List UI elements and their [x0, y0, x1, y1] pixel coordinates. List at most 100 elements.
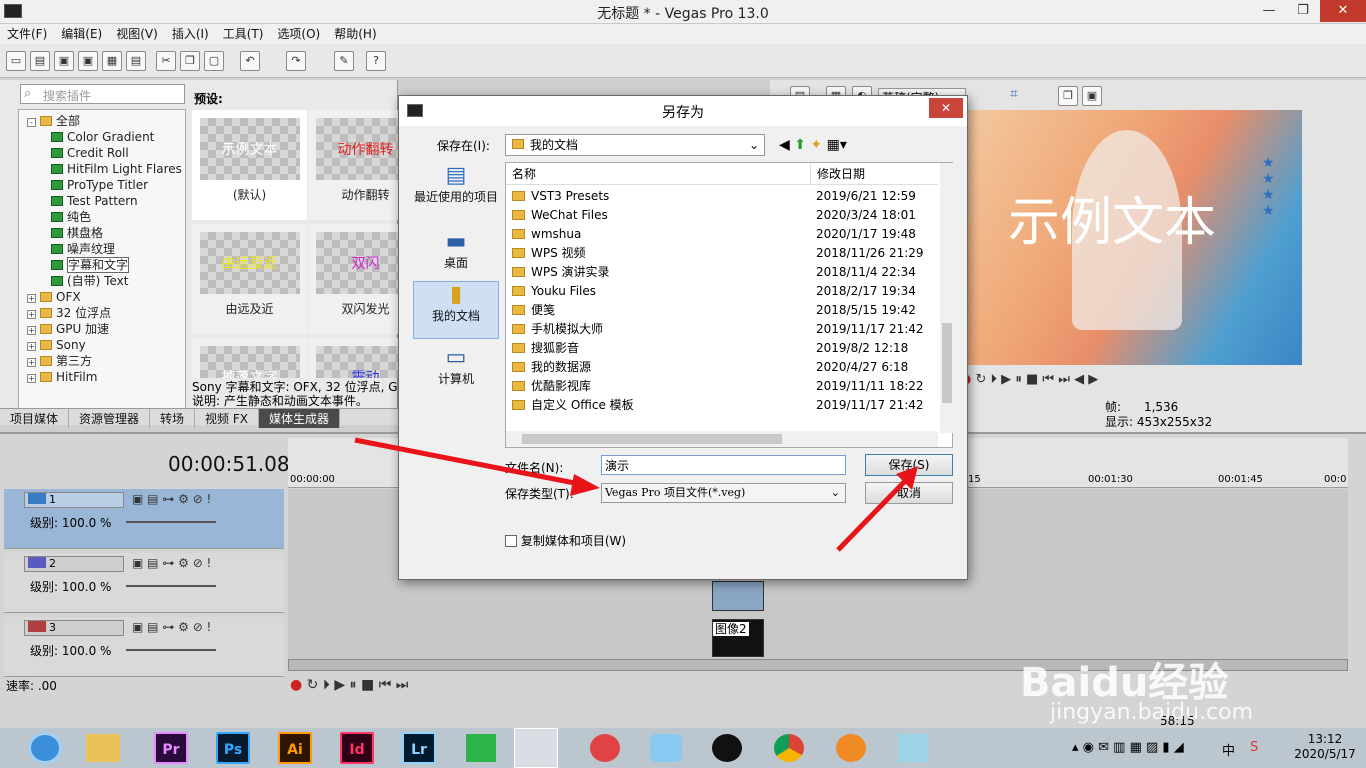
cancel-button[interactable]: 取消	[865, 482, 953, 504]
menu-insert[interactable]: 插入(I)	[165, 24, 216, 43]
plugin-tree-item[interactable]: Test Pattern	[27, 193, 185, 209]
stop-icon[interactable]: ■	[1026, 372, 1038, 387]
plugin-tree-item[interactable]: 纯色	[27, 209, 185, 225]
overlay-grid-icon[interactable]: ⌗	[1010, 86, 1018, 102]
column-date[interactable]: 修改日期	[810, 163, 865, 185]
place-computer[interactable]: ▭ 计算机	[411, 345, 501, 400]
plugin-tree-item[interactable]: + 第三方	[27, 353, 185, 369]
ime-indicator[interactable]: 中	[1222, 740, 1235, 759]
save-as-icon[interactable]: ▣	[78, 51, 98, 71]
tray-icons[interactable]: ▴ ◉ ✉ ▥ ▦ ▨ ▮ ◢	[1072, 740, 1184, 755]
tl-record-icon[interactable]: ●	[290, 677, 302, 693]
copy-icon[interactable]: ❐	[180, 51, 200, 71]
tl-stop-icon[interactable]: ■	[361, 677, 374, 693]
properties-icon[interactable]: ▤	[126, 51, 146, 71]
save-in-select[interactable]: 我的文档 ⌄	[505, 134, 765, 156]
copy-media-checkbox[interactable]	[505, 535, 517, 547]
play-from-start-icon[interactable]: ⏵	[991, 372, 998, 387]
file-row[interactable]: 自定义 Office 模板 2019/11/17 21:42	[506, 396, 938, 415]
preset-thumbnail[interactable]: 双闪 双闪发光	[308, 224, 398, 334]
tl-prev-icon[interactable]: ⏮	[379, 677, 392, 693]
preset-thumbnail[interactable]: 由远及近 由远及近	[192, 224, 307, 334]
file-row[interactable]: 搜狐影音 2019/8/2 12:18	[506, 339, 938, 358]
play-icon[interactable]: ▶	[1001, 372, 1011, 387]
preset-thumbnail[interactable]: 示例文本 (默认)	[192, 110, 307, 220]
green-app-icon[interactable]	[466, 734, 496, 762]
plugin-tree-item[interactable]: +32 位浮点	[27, 305, 185, 321]
menu-tools[interactable]: 工具(T)	[216, 24, 271, 43]
file-row[interactable]: WPS 演讲实录 2018/11/4 22:34	[506, 263, 938, 282]
plugin-tree-item[interactable]: 字幕和文字	[27, 257, 185, 273]
place-desktop[interactable]: ▬ 桌面	[411, 229, 501, 284]
preset-thumbnail[interactable]: 震动	[308, 338, 398, 378]
taskbar-app-pr-icon[interactable]: Pr	[154, 732, 188, 764]
save-button[interactable]: 保存(S)	[865, 454, 953, 476]
pause-icon[interactable]: ⏸	[1015, 372, 1022, 387]
track-header[interactable]: 1 ▣ ▤ ⊶ ⚙ ⊘ ! 级别: 100.0 %	[4, 489, 284, 549]
taskbar-app-ps-icon[interactable]: Ps	[216, 732, 250, 764]
expand-toggle-icon[interactable]: +	[27, 374, 36, 383]
menu-edit[interactable]: 编辑(E)	[54, 24, 109, 43]
scroll-thumb[interactable]	[942, 323, 952, 403]
menu-file[interactable]: 文件(F)	[0, 24, 54, 43]
chrome-icon[interactable]	[774, 734, 804, 762]
plugin-tree-item[interactable]: - 全部	[27, 113, 185, 129]
undo-icon[interactable]: ↶	[240, 51, 260, 71]
new-icon[interactable]: ▭	[6, 51, 26, 71]
up-folder-icon[interactable]: ⬆	[794, 137, 806, 153]
tl-loop-icon[interactable]: ↻	[307, 677, 319, 693]
level-slider[interactable]	[126, 649, 216, 651]
vegas-taskbar-icon[interactable]	[514, 728, 558, 768]
track-controls[interactable]: ▣ ▤ ⊶ ⚙ ⊘ !	[132, 556, 211, 570]
track-header[interactable]: 2 ▣ ▤ ⊶ ⚙ ⊘ ! 级别: 100.0 %	[4, 553, 284, 613]
track-controls[interactable]: ▣ ▤ ⊶ ⚙ ⊘ !	[132, 492, 211, 506]
brush-icon[interactable]: ✎	[334, 51, 354, 71]
menu-options[interactable]: 选项(O)	[270, 24, 327, 43]
file-row[interactable]: wmshua 2020/1/17 19:48	[506, 225, 938, 244]
horizontal-scrollbar[interactable]	[506, 431, 938, 447]
back-icon[interactable]: ◀	[779, 137, 790, 153]
tab-video-fx[interactable]: 视频 FX	[195, 409, 259, 428]
prev-frame-icon[interactable]: ◀	[1074, 372, 1084, 387]
plugin-tree-item[interactable]: + GPU 加速	[27, 321, 185, 337]
copy-snapshot-icon[interactable]: ❐	[1058, 86, 1078, 106]
expand-toggle-icon[interactable]: +	[27, 358, 36, 367]
taskbar-app-ai-icon[interactable]: Ai	[278, 732, 312, 764]
expand-toggle-icon[interactable]: +	[27, 310, 36, 319]
plugin-tree-item[interactable]: 噪声纹理	[27, 241, 185, 257]
loop-icon[interactable]: ↻	[975, 372, 986, 387]
file-explorer-icon[interactable]	[86, 734, 120, 762]
close-window-button[interactable]: ✕	[1320, 0, 1366, 22]
plugin-tree-item[interactable]: + HitFilm	[27, 369, 185, 385]
video-event-1[interactable]	[712, 581, 764, 611]
tab-project-media[interactable]: 项目媒体	[0, 409, 70, 428]
expand-toggle-icon[interactable]: +	[27, 326, 36, 335]
tl-next-icon[interactable]: ⏭	[396, 677, 409, 693]
h-scroll-thumb[interactable]	[522, 434, 782, 444]
sogou-icon[interactable]: S	[1250, 740, 1258, 755]
taskbar-app-id-icon[interactable]: Id	[340, 732, 374, 764]
redo-icon[interactable]: ↷	[286, 51, 306, 71]
file-row[interactable]: VST3 Presets 2019/6/21 12:59	[506, 187, 938, 206]
file-row[interactable]: 我的数据源 2020/4/27 6:18	[506, 358, 938, 377]
tab-explorer[interactable]: 资源管理器	[69, 409, 151, 428]
preset-thumbnail[interactable]: 掉落文字	[192, 338, 307, 378]
plugin-tree-item[interactable]: 棋盘格	[27, 225, 185, 241]
minimize-icon[interactable]: —	[1252, 0, 1286, 22]
expand-toggle-icon[interactable]: -	[27, 118, 36, 127]
menu-help[interactable]: 帮助(H)	[327, 24, 383, 43]
notes-app-icon[interactable]	[898, 734, 928, 762]
track-header[interactable]: 3 ▣ ▤ ⊶ ⚙ ⊘ ! 级别: 100.0 %	[4, 617, 284, 677]
file-row[interactable]: 便笺 2018/5/15 19:42	[506, 301, 938, 320]
paste-icon[interactable]: ▢	[204, 51, 224, 71]
plugin-tree-item[interactable]: + Sony	[27, 337, 185, 353]
fox-app-icon[interactable]	[836, 734, 866, 762]
qq-icon[interactable]	[712, 734, 742, 762]
save-icon[interactable]: ▣	[54, 51, 74, 71]
file-row[interactable]: WeChat Files 2020/3/24 18:01	[506, 206, 938, 225]
bird-app-icon[interactable]	[650, 734, 682, 762]
file-row[interactable]: Youku Files 2018/2/17 19:34	[506, 282, 938, 301]
file-row[interactable]: WPS 视频 2018/11/26 21:29	[506, 244, 938, 263]
plugin-tree-item[interactable]: + OFX	[27, 289, 185, 305]
filename-input[interactable]	[601, 455, 846, 475]
